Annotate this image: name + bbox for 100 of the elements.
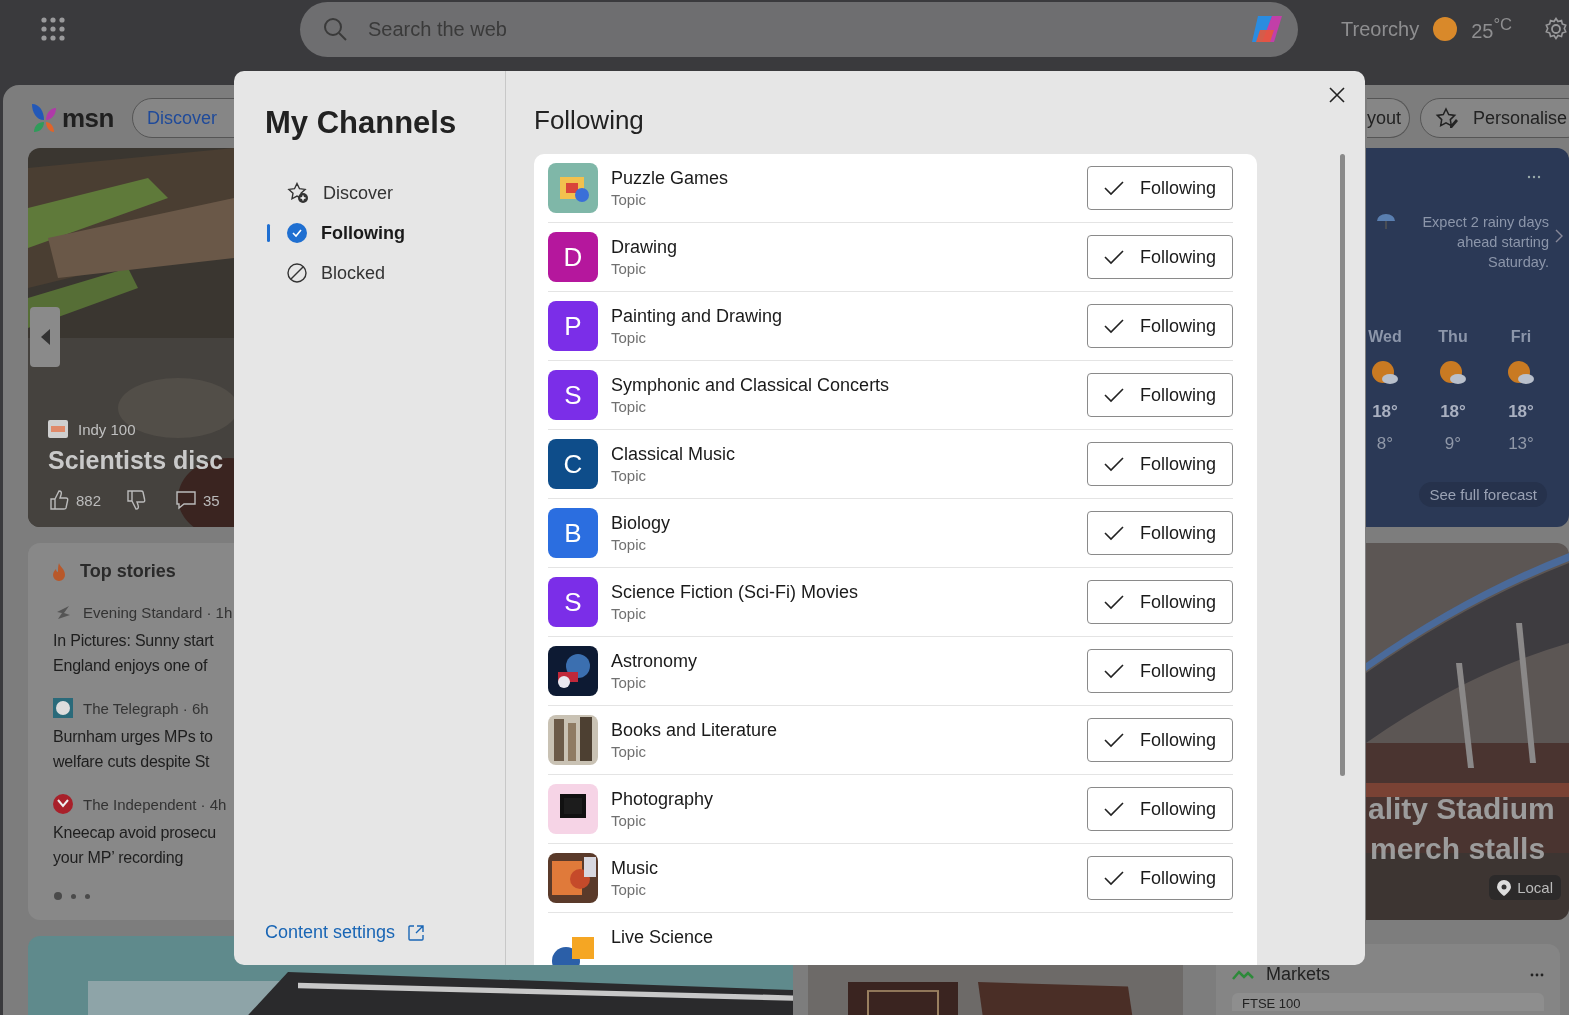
location-pin-icon xyxy=(1497,879,1512,896)
channel-type: Topic xyxy=(611,329,647,346)
check-icon xyxy=(1104,870,1124,886)
page-dot[interactable] xyxy=(71,893,76,899)
comment-count: 35 xyxy=(203,491,220,509)
logo-text: msn xyxy=(62,102,114,134)
follow-button[interactable]: Following xyxy=(1087,373,1233,417)
channel-type: Topic xyxy=(611,605,647,622)
layout-button[interactable]: yout xyxy=(1366,98,1410,138)
star-pen-icon xyxy=(1435,107,1459,129)
follow-button[interactable]: Following xyxy=(1087,511,1233,555)
chevron-right-icon[interactable] xyxy=(1555,229,1563,243)
channel-letter-icon: C xyxy=(548,439,598,489)
thumbs-down-icon[interactable] xyxy=(125,489,148,511)
star-plus-icon xyxy=(287,182,309,204)
page-dot[interactable] xyxy=(85,893,90,899)
sun-cloud-icon xyxy=(1371,360,1399,386)
headline[interactable]: England enjoys one of xyxy=(53,653,234,678)
check-icon xyxy=(1104,180,1124,196)
headline[interactable]: welfare cuts despite St xyxy=(53,749,234,774)
weather-card[interactable]: Expect 2 rainy days ahead starting Saturday. Wed 18° 8° Thu 18° 9° Fri 18° 13° See full forecast xyxy=(1366,148,1569,527)
check-circle-icon xyxy=(287,223,307,243)
channel-name[interactable]: Drawing xyxy=(611,237,678,258)
check-icon xyxy=(1104,732,1124,748)
channel-name[interactable]: Music xyxy=(611,858,658,879)
nav-item[interactable]: Following xyxy=(287,222,405,244)
day-label: Fri xyxy=(1510,328,1532,346)
follow-button[interactable]: Following xyxy=(1087,649,1233,693)
follow-button[interactable]: Following xyxy=(1087,580,1233,624)
forecast-link[interactable]: See full forecast xyxy=(1419,482,1547,507)
dialog-title: My Channels xyxy=(265,105,458,141)
chart-icon xyxy=(1232,968,1254,981)
more-icon[interactable] xyxy=(1530,972,1544,977)
channel-letter-icon: D xyxy=(548,232,598,282)
content-settings-link[interactable]: Content settings xyxy=(265,922,426,943)
follow-button[interactable]: Following xyxy=(1087,787,1233,831)
channel-type: Topic xyxy=(611,743,647,760)
section-title: Top stories xyxy=(80,561,176,582)
forecast-message[interactable]: Expect 2 rainy days ahead starting Saturday. xyxy=(1402,212,1549,272)
follow-button[interactable]: Following xyxy=(1087,718,1233,762)
umbrella-icon xyxy=(1376,212,1396,230)
caret-left-icon xyxy=(39,328,51,346)
check-icon xyxy=(1104,456,1124,472)
previous-button[interactable] xyxy=(30,307,60,367)
follow-button[interactable]: Following xyxy=(1087,235,1233,279)
source-name: The Telegraph · 6h xyxy=(83,699,209,717)
market-name[interactable]: FTSE 100 xyxy=(1232,993,1544,1011)
headline[interactable]: In Pictures: Sunny start xyxy=(53,628,234,653)
page-dot[interactable] xyxy=(54,892,62,900)
news-card[interactable]: Indy 100 Scientists disc 882 35 xyxy=(28,148,234,527)
settings-icon[interactable] xyxy=(1544,17,1569,41)
source-name: The Independent · 4h xyxy=(83,795,227,813)
source-name: Evening Standard · 1h xyxy=(83,603,233,621)
publisher-logo-icon xyxy=(53,794,73,814)
sun-cloud-icon xyxy=(1439,360,1467,386)
channel-name[interactable]: Puzzle Games xyxy=(611,168,729,189)
temperature-text[interactable]: 25$^{°C}$ xyxy=(1471,15,1513,43)
thumbs-up-icon[interactable] xyxy=(48,489,70,511)
channel-name[interactable]: Astronomy xyxy=(611,651,698,672)
channel-type: Topic xyxy=(611,674,647,691)
follow-button[interactable]: Following xyxy=(1087,442,1233,486)
channel-type: Topic xyxy=(611,398,647,415)
headline[interactable]: Kneecap avoid prosecu xyxy=(53,820,234,845)
channel-name[interactable]: Photography xyxy=(611,789,714,810)
channel-name[interactable]: Biology xyxy=(611,513,671,534)
publisher-logo-icon xyxy=(53,698,73,718)
channel-name[interactable]: Books and Literature xyxy=(611,720,778,741)
close-button[interactable] xyxy=(1329,87,1345,103)
follow-button[interactable]: Following xyxy=(1087,856,1233,900)
channel-name[interactable]: Live Science xyxy=(611,927,714,948)
apps-icon[interactable] xyxy=(41,17,65,41)
headline[interactable]: merch stalls xyxy=(1370,829,1546,869)
sun-cloud-icon xyxy=(1507,360,1535,386)
day-label: Thu xyxy=(1438,328,1468,346)
scrollbar[interactable] xyxy=(1340,154,1345,776)
channel-name[interactable]: Science Fiction (Sci-Fi) Movies xyxy=(611,582,859,603)
channel-letter-icon: S xyxy=(548,370,598,420)
channel-type: Topic xyxy=(611,467,647,484)
headline[interactable]: your MP’ recording xyxy=(53,845,234,870)
comment-icon[interactable] xyxy=(175,489,198,511)
channel-type: Topic xyxy=(611,812,647,829)
channel-name[interactable]: Painting and Drawing xyxy=(611,306,783,327)
high-temperature: 18° xyxy=(1372,402,1398,422)
news-card[interactable]: ality Stadium merch stalls Local xyxy=(1366,543,1569,920)
channel-type: Topic xyxy=(611,260,647,277)
personalise-button[interactable]: Personalise xyxy=(1420,98,1569,138)
more-icon[interactable] xyxy=(1527,175,1541,179)
headline[interactable]: Scientists disc xyxy=(48,446,234,475)
channel-name[interactable]: Symphonic and Classical Concerts xyxy=(611,375,890,396)
channel-type: Topic xyxy=(611,536,647,553)
follow-button[interactable]: Following xyxy=(1087,304,1233,348)
headline[interactable]: Burnham urges MPs to xyxy=(53,724,234,749)
check-icon xyxy=(1104,318,1124,334)
nav-item[interactable]: Blocked xyxy=(287,262,386,284)
channel-name[interactable]: Classical Music xyxy=(611,444,736,465)
follow-button[interactable]: Following xyxy=(1087,166,1233,210)
check-icon xyxy=(1104,525,1124,541)
high-temperature: 18° xyxy=(1440,402,1466,422)
low-temperature: 13° xyxy=(1508,434,1534,454)
nav-item[interactable]: Discover xyxy=(287,182,393,204)
